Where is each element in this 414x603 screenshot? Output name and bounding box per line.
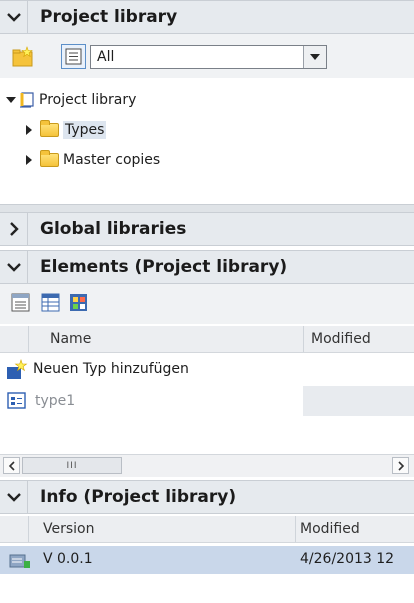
new-folder-icon[interactable] [12,46,34,68]
library-icon [19,91,37,109]
row-version: V 0.0.1 [43,551,93,567]
project-library-title: Project library [40,7,178,27]
project-library-header[interactable]: Project library [0,0,414,34]
expand-down-icon[interactable] [6,97,16,103]
chevron-down-icon[interactable] [0,1,28,33]
version-icon [9,553,31,569]
row-modified: 4/26/2013 12 [300,551,395,567]
tree-root-label: Project library [39,92,137,108]
tree-item-types[interactable]: Types [26,119,107,141]
expand-right-icon[interactable] [26,125,32,135]
info-title: Info (Project library) [40,487,237,507]
scroll-right-icon[interactable] [392,457,409,474]
column-version[interactable]: Version [43,516,94,542]
global-libraries-title: Global libraries [40,219,187,239]
global-libraries-header[interactable]: Global libraries [0,212,414,246]
column-name[interactable]: Name [50,326,91,352]
scroll-grip: III [66,460,78,471]
tree-item-label: Master copies [63,152,161,168]
folder-icon [40,120,59,137]
tiles-view-icon[interactable] [69,293,91,315]
type-icon [7,392,27,410]
chevron-down-icon[interactable] [0,251,28,283]
filter-select-value: All [97,49,115,65]
list-view-icon[interactable] [61,44,86,69]
chevron-down-icon[interactable] [0,481,28,513]
tree-item-master-copies[interactable]: Master copies [26,149,160,171]
expand-right-icon[interactable] [26,155,32,165]
tree-item-label: Types [63,121,107,139]
info-header[interactable]: Info (Project library) [0,480,414,514]
dropdown-arrow-icon[interactable] [303,46,326,68]
column-modified[interactable]: Modified [311,326,371,352]
scroll-thumb[interactable]: III [22,457,122,474]
elements-toolbar [0,284,414,324]
info-grid-header: Version Modified [0,516,414,543]
folder-icon [40,150,59,167]
column-modified[interactable]: Modified [300,516,360,542]
elements-grid-header: Name Modified [0,326,414,353]
filter-select[interactable]: All [90,45,327,69]
elements-title: Elements (Project library) [40,257,288,277]
project-library-toolbar: All [0,34,414,78]
add-type-icon [6,359,28,381]
tree-root-project-library[interactable]: Project library [6,89,136,111]
elements-header[interactable]: Elements (Project library) [0,250,414,284]
horizontal-scrollbar[interactable]: III [0,454,414,477]
row-name: Neuen Typ hinzufügen [33,361,189,377]
table-row[interactable]: type1 [0,386,414,416]
details-view-icon[interactable] [11,293,33,315]
table-view-icon[interactable] [41,293,63,315]
scroll-left-icon[interactable] [3,457,20,474]
chevron-right-icon[interactable] [0,213,28,245]
table-row[interactable]: Neuen Typ hinzufügen [0,356,414,384]
table-row[interactable]: V 0.0.1 4/26/2013 12 [0,546,414,574]
row-name: type1 [35,393,76,409]
